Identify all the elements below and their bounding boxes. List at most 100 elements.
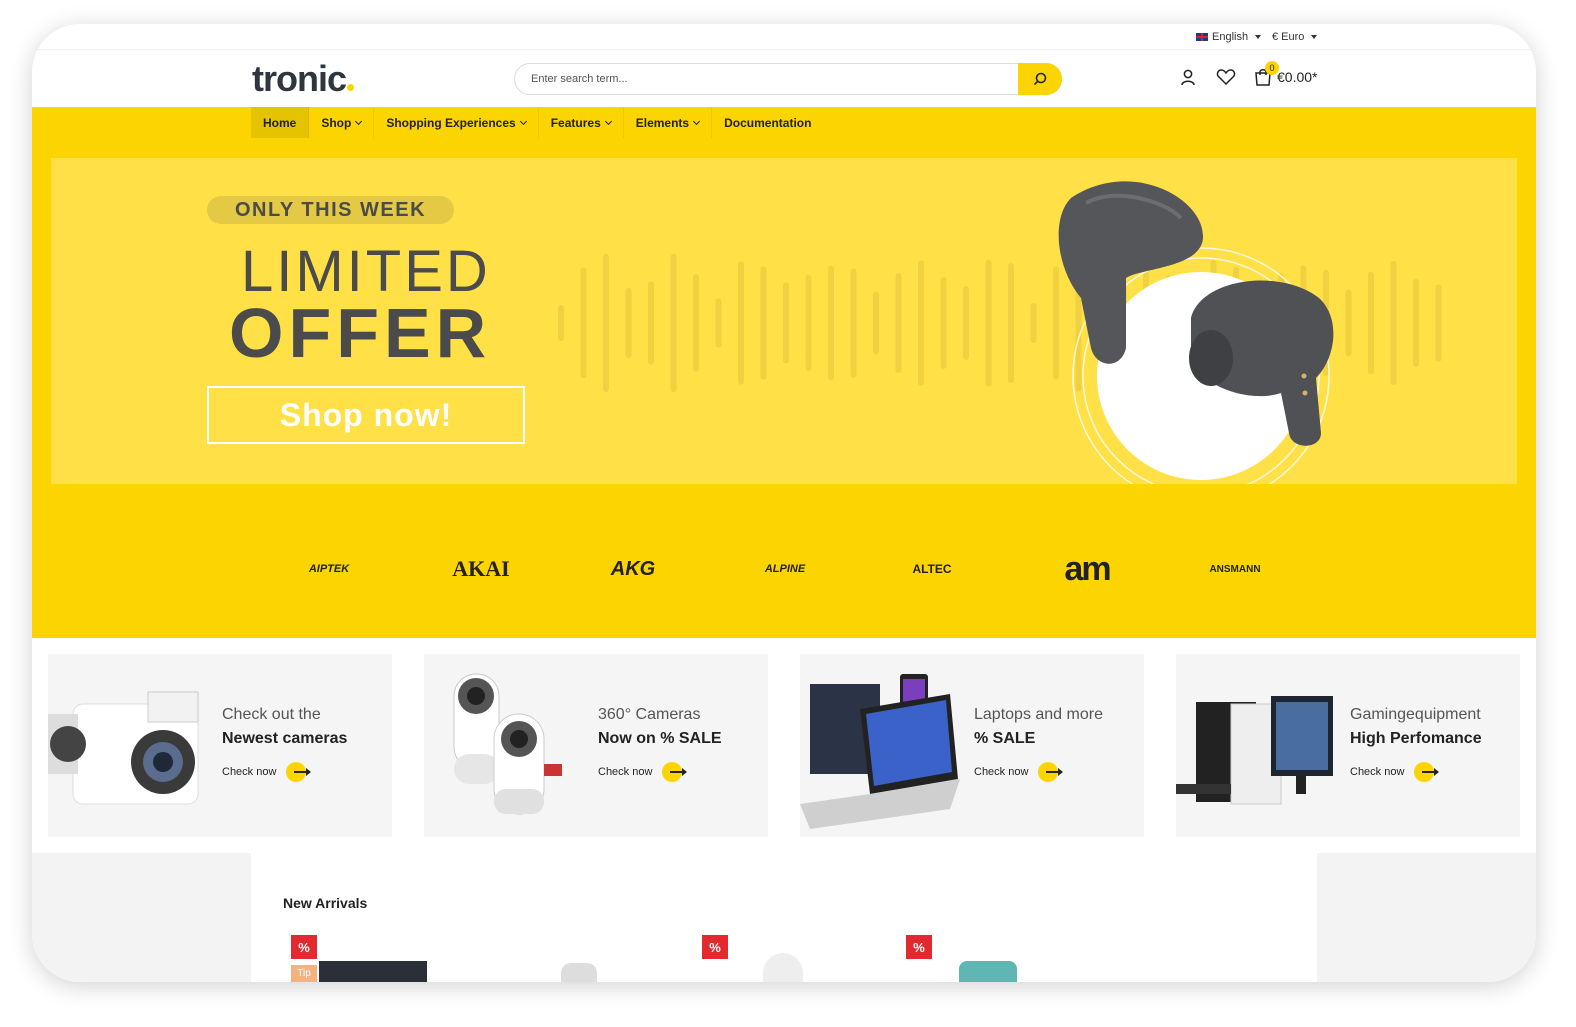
arrow-right-icon bbox=[1038, 762, 1064, 782]
brand-logos: AIPTEK AKAI AKG ALPINE ALTEC am ANSMANN bbox=[32, 544, 1536, 594]
search-button[interactable] bbox=[1018, 63, 1062, 95]
cart-count-badge: 0 bbox=[1265, 61, 1279, 75]
user-icon bbox=[1181, 69, 1195, 86]
category-tile[interactable]: 360° Cameras Now on % SALE Check now bbox=[424, 654, 768, 837]
brand-logo-altec[interactable]: ALTEC bbox=[902, 544, 962, 594]
nav-label: Home bbox=[263, 115, 297, 130]
app-frame: English € Euro tronic 0 €0.00* bbox=[32, 24, 1536, 982]
category-line1: Check out the bbox=[222, 706, 321, 723]
wishlist-button[interactable] bbox=[1215, 66, 1237, 88]
sale-badge: % bbox=[291, 935, 317, 959]
laptops-image bbox=[800, 674, 960, 829]
main-nav: Home Shop Shopping Experiences Features … bbox=[251, 107, 823, 138]
language-selector[interactable]: English bbox=[1196, 31, 1262, 43]
nav-item-shop[interactable]: Shop bbox=[309, 107, 375, 138]
caret-down-icon bbox=[1311, 35, 1318, 39]
category-line2: % SALE bbox=[974, 730, 1036, 747]
logo-text: tronic bbox=[252, 58, 347, 99]
nav-label: Shopping Experiences bbox=[386, 115, 516, 130]
cart-button[interactable]: 0 €0.00* bbox=[1253, 61, 1318, 87]
brand-label: AKAI bbox=[452, 556, 510, 581]
hero-title-line2: OFFER bbox=[229, 294, 492, 372]
nav-item-home[interactable]: Home bbox=[251, 107, 310, 138]
currency-label: € Euro bbox=[1272, 31, 1305, 43]
category-line2: Now on % SALE bbox=[598, 730, 722, 747]
category-tile[interactable]: Laptops and more % SALE Check now bbox=[800, 654, 1144, 837]
brand-logo-am[interactable]: am bbox=[1052, 544, 1122, 594]
sale-badge: % bbox=[702, 935, 728, 959]
nav-item-documentation[interactable]: Documentation bbox=[712, 107, 823, 138]
new-arrivals-section: New Arrivals % Tip % % bbox=[251, 853, 1317, 982]
nav-item-shopping-experiences[interactable]: Shopping Experiences bbox=[374, 107, 539, 138]
nav-label: Shop bbox=[321, 115, 352, 130]
nav-label: Features bbox=[550, 115, 601, 130]
brand-label: ALPINE bbox=[764, 563, 806, 575]
arrow-right-icon bbox=[286, 762, 312, 782]
category-line1: 360° Cameras bbox=[598, 706, 701, 723]
cta-label: Check now bbox=[974, 766, 1029, 778]
tip-badge: Tip bbox=[291, 965, 317, 982]
nav-label: Elements bbox=[635, 115, 690, 130]
heart-icon bbox=[1216, 69, 1236, 86]
brand-logo-akg[interactable]: AKG bbox=[598, 544, 668, 594]
chevron-down-icon bbox=[355, 117, 363, 125]
category-tiles: Check out the Newest cameras Check now 3… bbox=[48, 654, 1520, 837]
category-tile[interactable]: Check out the Newest cameras Check now bbox=[48, 654, 392, 837]
search-input[interactable] bbox=[515, 64, 995, 94]
brand-logo-akai[interactable]: AKAI bbox=[446, 544, 516, 594]
category-line1: Laptops and more bbox=[974, 706, 1103, 723]
cta-label: Check now bbox=[598, 766, 653, 778]
account-button[interactable] bbox=[1177, 66, 1199, 88]
currency-selector[interactable]: € Euro bbox=[1272, 31, 1318, 43]
search-icon bbox=[1033, 72, 1047, 86]
hero-section: Home Shop Shopping Experiences Features … bbox=[32, 107, 1536, 638]
section-title: New Arrivals bbox=[283, 895, 368, 911]
category-line2: High Perfomance bbox=[1350, 730, 1482, 747]
cta-label: Check now bbox=[1350, 766, 1405, 778]
check-now-link[interactable]: Check now bbox=[1350, 762, 1482, 782]
product-thumbnail[interactable] bbox=[319, 961, 427, 982]
hero-banner[interactable]: ONLY THIS WEEK LIMITED OFFER Shop now! bbox=[51, 158, 1517, 484]
cart-total: €0.00* bbox=[1277, 69, 1318, 85]
check-now-link[interactable]: Check now bbox=[974, 762, 1103, 782]
brand-label: AKG bbox=[610, 557, 656, 580]
camera-image bbox=[48, 691, 199, 805]
category-line2: Newest cameras bbox=[222, 730, 348, 747]
chevron-down-icon bbox=[693, 117, 701, 125]
shop-now-button[interactable]: Shop now! bbox=[207, 386, 525, 444]
category-tile[interactable]: Gamingequipment High Perfomance Check no… bbox=[1176, 654, 1520, 837]
gaming-pc-image bbox=[1176, 696, 1333, 805]
product-thumbnail[interactable] bbox=[561, 963, 597, 982]
chevron-down-icon bbox=[519, 117, 527, 125]
top-bar: English € Euro bbox=[32, 24, 1536, 50]
nav-item-elements[interactable]: Elements bbox=[624, 107, 713, 138]
category-line1: Gamingequipment bbox=[1350, 706, 1481, 723]
uk-flag-icon bbox=[1196, 33, 1208, 41]
brand-logo-alpine[interactable]: ALPINE bbox=[750, 544, 820, 594]
brand-logo-aiptek[interactable]: AIPTEK bbox=[294, 544, 364, 594]
brand-label: am bbox=[1064, 549, 1111, 588]
check-now-link[interactable]: Check now bbox=[222, 762, 347, 782]
logo-dot bbox=[347, 84, 355, 91]
chevron-down-icon bbox=[604, 117, 612, 125]
nav-item-features[interactable]: Features bbox=[539, 107, 624, 138]
hero-tag: ONLY THIS WEEK bbox=[207, 196, 455, 224]
header-actions: 0 €0.00* bbox=[1177, 61, 1318, 88]
search-bar bbox=[514, 63, 1062, 95]
brand-logo-ansmann[interactable]: ANSMANN bbox=[1200, 544, 1270, 594]
360-camera-image bbox=[453, 673, 562, 815]
cta-label: Check now bbox=[222, 766, 277, 778]
brand-label: ALTEC bbox=[912, 562, 952, 576]
sale-badge: % bbox=[906, 935, 932, 959]
product-thumbnail[interactable] bbox=[959, 961, 1017, 982]
arrow-right-icon bbox=[662, 762, 688, 782]
brand-label: AIPTEK bbox=[308, 563, 350, 575]
caret-down-icon bbox=[1255, 35, 1262, 39]
arrow-right-icon bbox=[1414, 762, 1440, 782]
product-thumbnail[interactable] bbox=[763, 953, 803, 982]
nav-label: Documentation bbox=[724, 115, 812, 130]
header: tronic 0 €0.00* bbox=[32, 50, 1536, 107]
logo[interactable]: tronic bbox=[252, 58, 355, 100]
brand-label: ANSMANN bbox=[1209, 563, 1261, 575]
check-now-link[interactable]: Check now bbox=[598, 762, 722, 782]
